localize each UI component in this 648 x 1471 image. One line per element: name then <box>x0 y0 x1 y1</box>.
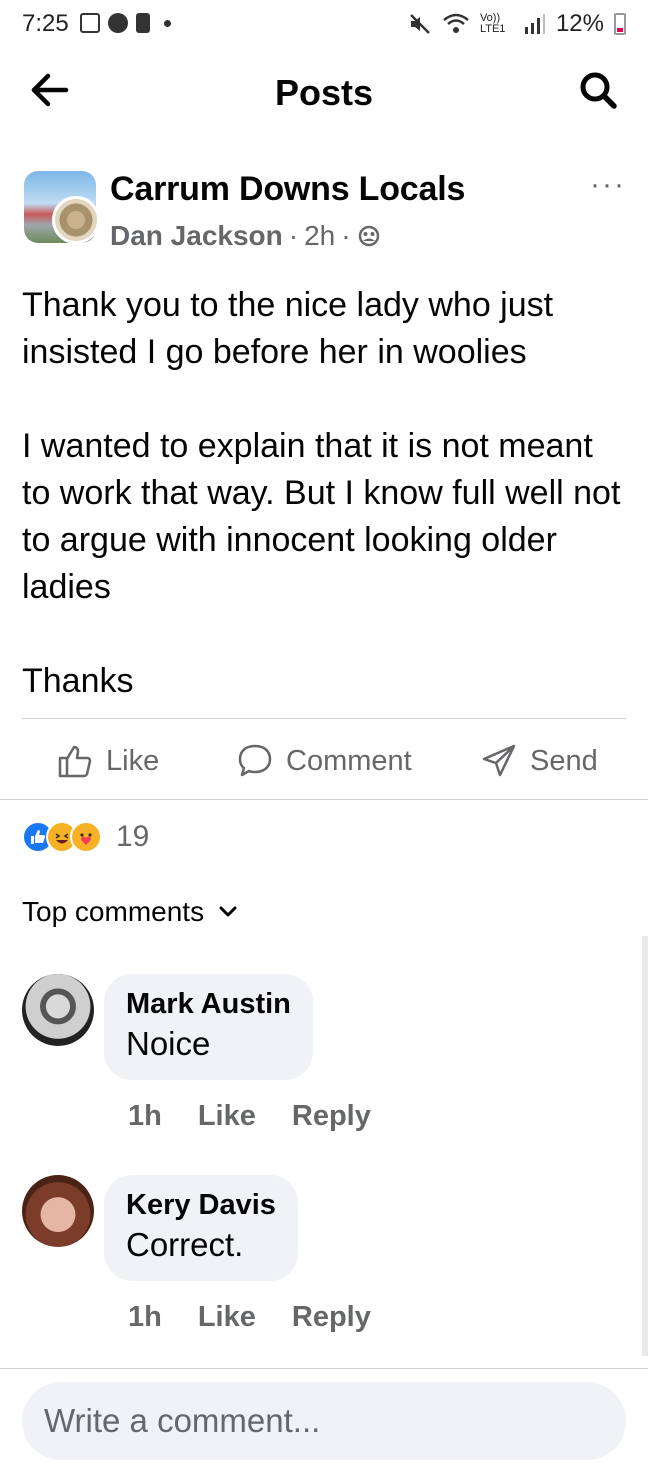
comment-bubble[interactable]: Kery Davis Correct. <box>104 1175 298 1281</box>
speech-bubble-icon <box>238 744 272 777</box>
post-author[interactable]: Dan Jackson <box>110 220 283 252</box>
send-button[interactable]: Send <box>480 742 598 780</box>
comment-label: Comment <box>286 744 412 777</box>
chevron-down-icon <box>219 906 237 917</box>
comment-like-button[interactable]: Like <box>198 1100 256 1133</box>
wifi-icon <box>443 13 469 33</box>
avatar[interactable] <box>22 1175 94 1247</box>
more-notifications-dot-icon <box>164 19 171 27</box>
author-avatar[interactable] <box>52 196 100 244</box>
page-title: Posts <box>274 72 374 113</box>
post-action-bar: Like Comment Send <box>0 720 648 800</box>
like-label: Like <box>106 744 160 777</box>
like-button[interactable]: Like <box>56 742 159 780</box>
comment-reply-button[interactable]: Reply <box>292 1301 371 1334</box>
meta-separator-2: · <box>341 220 351 251</box>
reactions-summary[interactable]: 19 <box>22 820 149 854</box>
comment-reply-button[interactable]: Reply <box>292 1100 371 1133</box>
lock-notification-icon <box>136 13 150 33</box>
status-time: 7:25 <box>22 10 69 37</box>
comment-item: Mark Austin Noice 1h Like Reply <box>22 974 626 1154</box>
comment-sort-dropdown[interactable]: Top comments <box>22 896 238 928</box>
post-header: Carrum Downs Locals Dan Jackson · 2h · ·… <box>22 168 626 258</box>
thumbs-up-icon <box>58 745 92 778</box>
comment-time[interactable]: 1h <box>128 1100 162 1133</box>
mute-icon <box>410 14 430 34</box>
notification-icons <box>80 13 171 33</box>
divider <box>0 1368 648 1369</box>
sort-label: Top comments <box>22 896 205 927</box>
comment-like-button[interactable]: Like <box>198 1301 256 1334</box>
signal-icon <box>524 14 545 34</box>
comment-actions: 1h Like Reply <box>128 1301 371 1334</box>
comment-text: Correct. <box>126 1226 244 1263</box>
comment-bubble[interactable]: Mark Austin Noice <box>104 974 313 1080</box>
paper-plane-icon <box>482 744 516 777</box>
comment-button[interactable]: Comment <box>236 742 412 780</box>
scrollbar[interactable] <box>642 936 648 1356</box>
network-label: Vo)) LTE1 <box>479 12 506 35</box>
search-icon[interactable] <box>576 68 620 112</box>
reaction-count: 19 <box>116 820 150 853</box>
post-body: Thank you to the nice lady who just insi… <box>22 286 621 700</box>
divider <box>22 718 626 719</box>
comment-actions: 1h Like Reply <box>128 1100 371 1133</box>
divider <box>0 799 648 800</box>
comment-time[interactable]: 1h <box>128 1301 162 1334</box>
status-right: Vo)) LTE1 12% <box>408 10 626 38</box>
comment-input[interactable]: Write a comment... <box>22 1382 626 1460</box>
post-time[interactable]: 2h <box>304 220 335 252</box>
commenter-name[interactable]: Kery Davis <box>126 1187 276 1223</box>
battery-icon <box>614 13 626 35</box>
commenter-name[interactable]: Mark Austin <box>126 986 291 1022</box>
avatar[interactable] <box>22 974 94 1046</box>
meta-separator: · <box>288 220 299 251</box>
image-notification-icon <box>80 13 100 33</box>
group-audience-icon <box>358 225 379 247</box>
post-meta: Dan Jackson · 2h · <box>110 220 381 252</box>
more-options-icon[interactable]: ··· <box>590 168 626 202</box>
battery-percent: 12% <box>555 10 604 37</box>
group-name[interactable]: Carrum Downs Locals <box>110 170 465 209</box>
status-bar: 7:25 Vo)) LTE1 12% <box>0 0 648 50</box>
top-app-bar: Posts <box>0 50 648 130</box>
comment-text: Noice <box>126 1025 211 1062</box>
care-reaction-icon <box>70 821 102 853</box>
send-label: Send <box>530 744 598 777</box>
facebook-notification-icon <box>108 13 128 33</box>
comment-item: Kery Davis Correct. 1h Like Reply <box>22 1175 626 1355</box>
